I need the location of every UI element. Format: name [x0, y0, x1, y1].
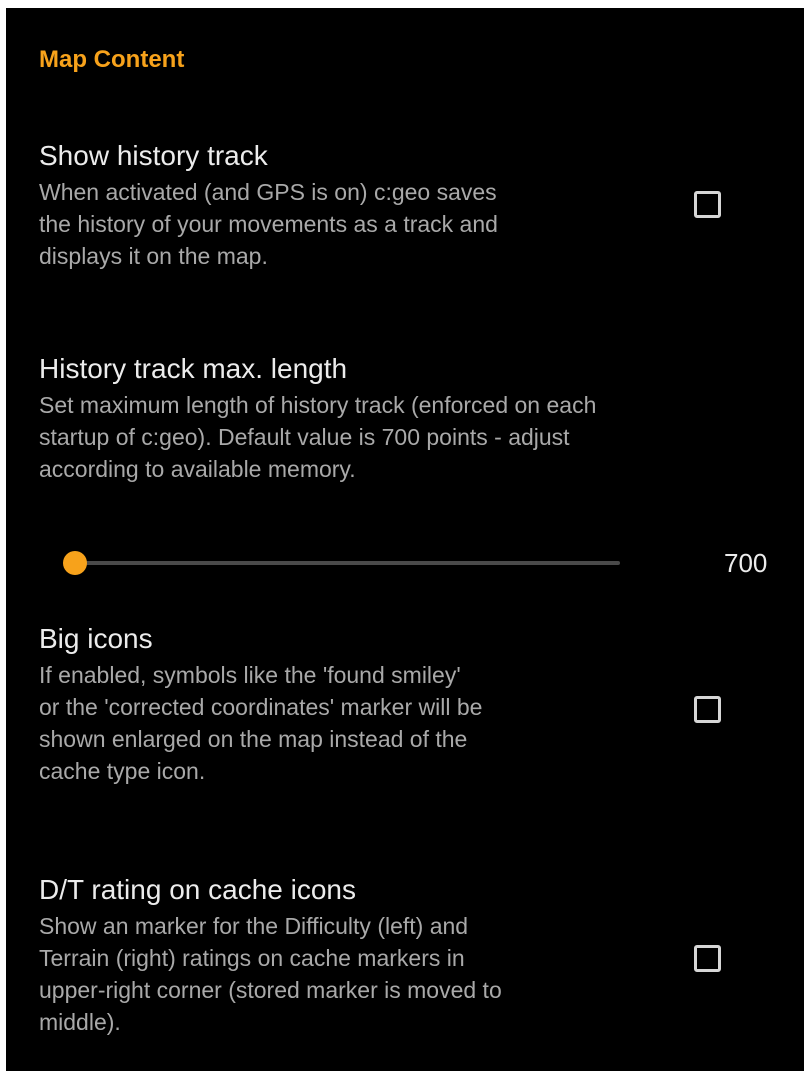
big-icons-checkbox[interactable]	[694, 696, 721, 723]
pref-title: History track max. length	[39, 353, 348, 384]
slider-value-label: 700	[724, 548, 768, 578]
slider-thumb[interactable]	[63, 551, 87, 575]
pref-summary: Show an marker for the Difficulty (left)…	[39, 913, 502, 1035]
section-header-map-content: Map Content	[39, 46, 185, 73]
pref-title: D/T rating on cache icons	[39, 874, 356, 905]
slider-track	[64, 561, 620, 565]
history-length-slider[interactable]	[63, 551, 624, 575]
history-track-checkbox[interactable]	[694, 191, 721, 218]
pref-dt-rating-on-cache-icons[interactable]: D/T rating on cache icons Show an marker…	[39, 872, 629, 1038]
pref-summary: If enabled, symbols like the 'found smil…	[39, 662, 483, 784]
pref-title: Big icons	[39, 623, 153, 654]
pref-big-icons[interactable]: Big icons If enabled, symbols like the '…	[39, 621, 629, 787]
pref-summary: When activated (and GPS is on) c:geo sav…	[39, 179, 498, 269]
pref-summary: Set maximum length of history track (enf…	[39, 392, 597, 482]
pref-history-track-max-length[interactable]: History track max. length Set maximum le…	[39, 351, 779, 485]
dt-rating-checkbox[interactable]	[694, 945, 721, 972]
pref-show-history-track[interactable]: Show history track When activated (and G…	[39, 138, 629, 272]
preferences-panel: Map Content Show history track When acti…	[6, 8, 804, 1071]
pref-title: Show history track	[39, 140, 268, 171]
